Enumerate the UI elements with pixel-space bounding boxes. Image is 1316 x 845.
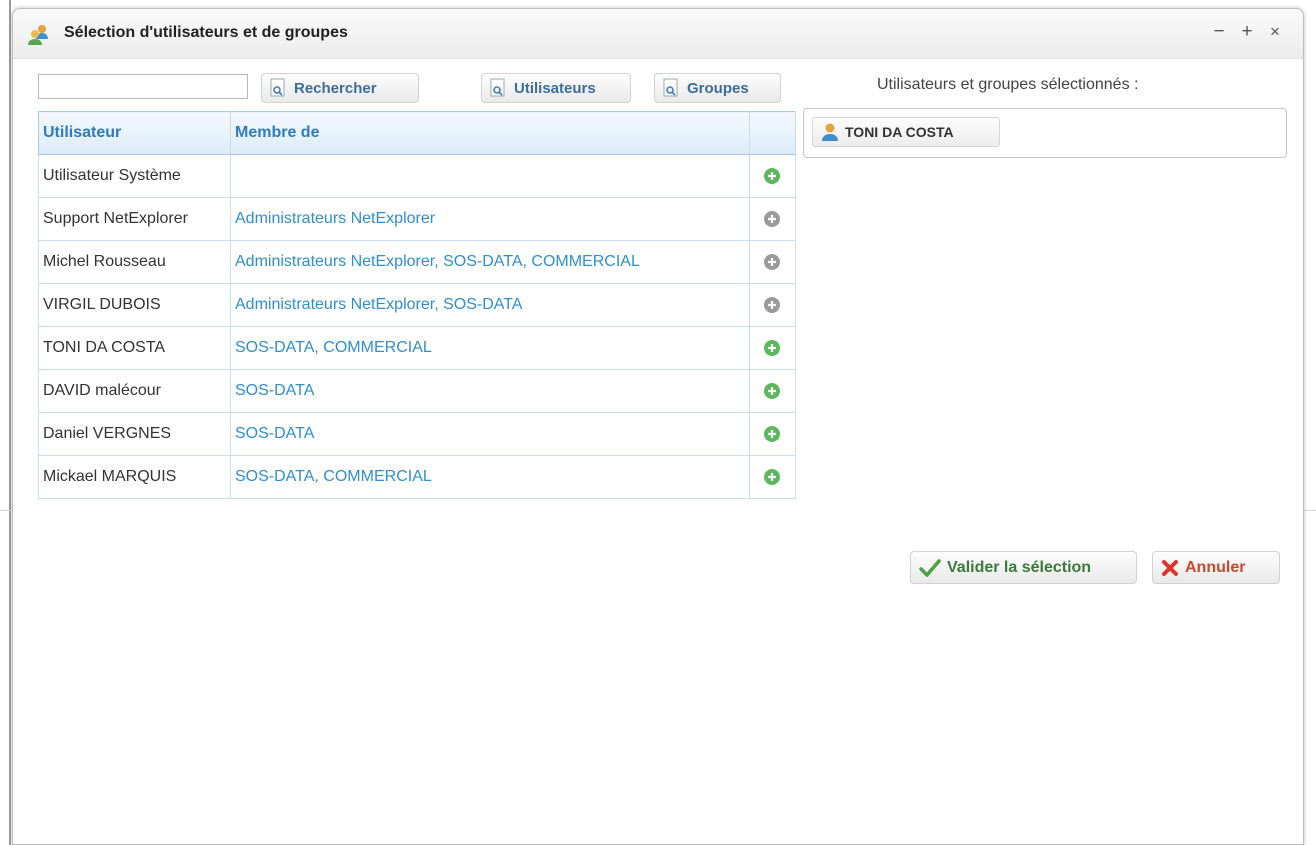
minimize-button[interactable]: − — [1209, 21, 1229, 43]
user-name-cell: VIRGIL DUBOIS — [38, 283, 231, 327]
member-of-cell — [230, 154, 750, 198]
validate-selection-label: Valider la sélection — [947, 558, 1092, 576]
action-cell — [748, 326, 797, 370]
add-user-button[interactable] — [763, 425, 781, 443]
search-icon — [663, 78, 678, 97]
column-header-user[interactable]: Utilisateur — [38, 111, 231, 155]
close-button[interactable]: × — [1265, 21, 1285, 43]
selected-items-label: Utilisateurs et groupes sélectionnés : — [877, 76, 1139, 93]
cancel-button[interactable]: Annuler — [1152, 551, 1280, 584]
user-name-cell: Daniel VERGNES — [38, 412, 231, 456]
search-button-label: Rechercher — [294, 79, 377, 97]
user-name-cell: Support NetExplorer — [38, 197, 231, 241]
user-name-cell: DAVID malécour — [38, 369, 231, 413]
member-of-cell: SOS-DATA — [230, 412, 750, 456]
dialog-title: Sélection d'utilisateurs et de groupes — [64, 24, 348, 41]
groups-filter-label: Groupes — [687, 79, 749, 97]
table-row[interactable]: TONI DA COSTA SOS-DATA, COMMERCIAL — [38, 326, 797, 370]
user-name-cell: Michel Rousseau — [38, 240, 231, 284]
column-header-member[interactable]: Membre de — [230, 111, 750, 155]
search-input[interactable] — [38, 74, 248, 99]
selected-item-chip[interactable]: TONI DA COSTA — [812, 117, 1000, 147]
groups-filter-button[interactable]: Groupes — [654, 73, 781, 103]
table-header-row: Utilisateur Membre de — [38, 111, 797, 155]
action-cell — [748, 412, 797, 456]
action-cell — [748, 283, 797, 327]
add-user-button[interactable] — [763, 167, 781, 185]
search-icon — [490, 78, 505, 97]
table-row[interactable]: VIRGIL DUBOIS Administrateurs NetExplorer… — [38, 283, 797, 327]
member-of-cell: Administrateurs NetExplorer, SOS-DATA — [230, 283, 750, 327]
check-icon — [919, 558, 941, 577]
add-user-button[interactable] — [763, 296, 781, 314]
cancel-button-label: Annuler — [1185, 558, 1246, 576]
action-cell — [748, 369, 797, 413]
selection-dialog: Sélection d'utilisateurs et de groupes −… — [12, 8, 1304, 845]
maximize-button[interactable]: + — [1237, 21, 1257, 43]
search-button[interactable]: Rechercher — [261, 73, 419, 103]
member-of-cell: SOS-DATA — [230, 369, 750, 413]
table-row[interactable]: Michel Rousseau Administrateurs NetExplor… — [38, 240, 797, 284]
add-user-button[interactable] — [763, 468, 781, 486]
user-name-cell: Mickael MARQUIS — [38, 455, 231, 499]
add-user-button[interactable] — [763, 339, 781, 357]
action-cell — [748, 154, 797, 198]
member-of-cell: Administrateurs NetExplorer — [230, 197, 750, 241]
add-user-button[interactable] — [763, 253, 781, 271]
close-icon — [1162, 559, 1178, 576]
add-user-button[interactable] — [763, 382, 781, 400]
dialog-titlebar[interactable]: Sélection d'utilisateurs et de groupes −… — [13, 9, 1303, 59]
search-icon — [270, 78, 285, 97]
table-row[interactable]: DAVID malécour SOS-DATA — [38, 369, 797, 413]
action-cell — [748, 240, 797, 284]
member-of-cell: Administrateurs NetExplorer, SOS-DATA, C… — [230, 240, 750, 284]
user-name-cell: Utilisateur Système — [38, 154, 231, 198]
users-groups-icon — [28, 25, 48, 45]
user-name-cell: TONI DA COSTA — [38, 326, 231, 370]
users-filter-button[interactable]: Utilisateurs — [481, 73, 631, 103]
table-row[interactable]: Support NetExplorer Administrateurs NetEx… — [38, 197, 797, 241]
table-row[interactable]: Mickael MARQUIS SOS-DATA, COMMERCIAL — [38, 455, 797, 499]
member-of-cell: SOS-DATA, COMMERCIAL — [230, 326, 750, 370]
table-row[interactable]: Utilisateur Système — [38, 154, 797, 198]
users-filter-label: Utilisateurs — [514, 79, 596, 97]
selected-items-box: TONI DA COSTA — [803, 108, 1287, 158]
member-of-cell: SOS-DATA, COMMERCIAL — [230, 455, 750, 499]
validate-selection-button[interactable]: Valider la sélection — [910, 551, 1137, 584]
add-user-button[interactable] — [763, 210, 781, 228]
column-header-action — [749, 111, 797, 155]
users-table: Utilisateur Membre de Utilisateur Systèm… — [38, 111, 797, 499]
table-row[interactable]: Daniel VERGNES SOS-DATA — [38, 412, 797, 456]
user-icon — [822, 123, 838, 141]
selected-item-name: TONI DA COSTA — [845, 124, 954, 140]
action-cell — [748, 197, 797, 241]
action-cell — [748, 455, 797, 499]
background-border — [9, 0, 11, 845]
